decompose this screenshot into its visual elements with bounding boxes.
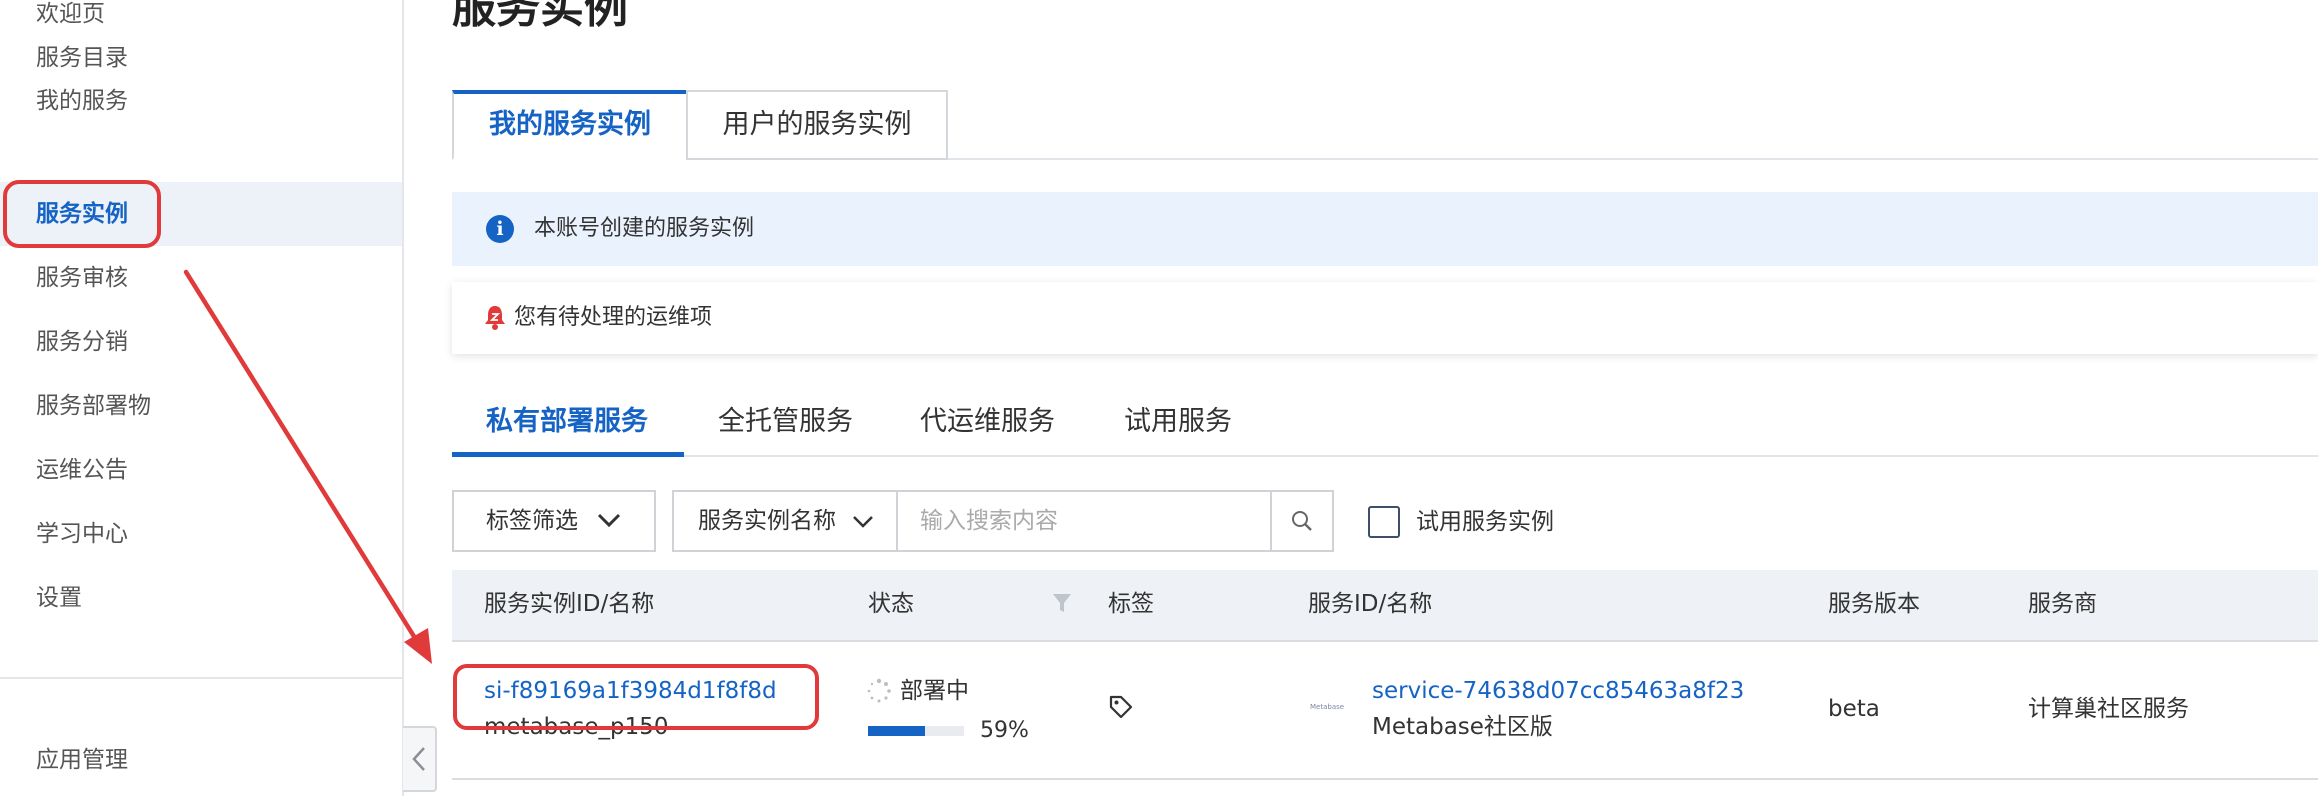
search-field-select[interactable]: 服务实例名称 (698, 506, 836, 536)
annotation-highlight-instance (453, 664, 819, 730)
sidebar-collapse-button[interactable] (403, 726, 437, 792)
sidebar-item-welcome[interactable]: 欢迎页 (36, 0, 105, 30)
chevron-left-icon (412, 747, 425, 771)
service-version: beta (1828, 696, 1880, 722)
tag-icon[interactable] (1108, 694, 1134, 720)
filter-icon[interactable] (1052, 592, 1072, 614)
sidebar-item-my-services[interactable]: 我的服务 (36, 85, 128, 117)
tag-filter-label: 标签筛选 (486, 508, 578, 534)
trial-instances-checkbox[interactable] (1368, 506, 1400, 538)
search-icon (1292, 511, 1312, 531)
annotation-highlight-sidebar (3, 180, 161, 248)
active-tab-underline (452, 452, 684, 457)
column-header-instance: 服务实例ID/名称 (484, 591, 655, 617)
sub-tabs-baseline (452, 455, 2318, 457)
search-button[interactable] (1272, 492, 1332, 550)
column-header-tags: 标签 (1108, 591, 1154, 617)
pending-ops-card[interactable] (452, 282, 2318, 354)
loading-spinner-icon (867, 678, 891, 703)
service-provider: 计算巢社区服务 (2028, 696, 2189, 722)
sidebar-item-app-management[interactable]: 应用管理 (36, 744, 128, 776)
column-header-service: 服务ID/名称 (1308, 591, 1433, 617)
info-banner-text: 本账号创建的服务实例 (534, 216, 755, 241)
column-header-version: 服务版本 (1828, 591, 1920, 617)
tab-private-deployment[interactable]: 私有部署服务 (486, 404, 648, 440)
progress-fill (868, 726, 925, 736)
sidebar-item-service-catalog[interactable]: 服务目录 (36, 42, 128, 74)
sidebar-divider (0, 677, 402, 679)
service-name: Metabase社区版 (1372, 714, 1553, 740)
bell-icon (485, 306, 505, 330)
chevron-down-icon (853, 516, 873, 528)
column-header-status: 状态 (868, 591, 914, 617)
sidebar-item-service-review[interactable]: 服务审核 (36, 262, 128, 294)
sidebar-item-ops-announcements[interactable]: 运维公告 (36, 454, 128, 486)
tab-user-instances[interactable]: 用户的服务实例 (686, 90, 948, 160)
chevron-down-icon (597, 513, 621, 528)
trial-instances-label[interactable]: 试用服务实例 (1416, 506, 1554, 538)
status-text: 部署中 (900, 678, 969, 704)
column-header-provider: 服务商 (2028, 591, 2097, 617)
search-input[interactable] (898, 492, 1270, 550)
page-title: 服务实例 (452, 0, 628, 33)
progress-percent: 59% (980, 718, 1029, 743)
metabase-logo: Metabase (1310, 703, 1345, 711)
service-id-link[interactable]: service-74638d07cc85463a8f23 (1372, 676, 1744, 706)
sidebar-item-service-artifacts[interactable]: 服务部署物 (36, 390, 151, 422)
sidebar-item-service-distribution[interactable]: 服务分销 (36, 326, 128, 358)
info-icon: i (486, 215, 514, 243)
sidebar-item-settings[interactable]: 设置 (36, 582, 82, 614)
tab-my-instances[interactable]: 我的服务实例 (452, 90, 688, 160)
sidebar-item-learning-center[interactable]: 学习中心 (36, 518, 128, 550)
tab-fully-managed[interactable]: 全托管服务 (718, 404, 853, 440)
tab-trial-services[interactable]: 试用服务 (1124, 404, 1232, 440)
tab-managed-ops[interactable]: 代运维服务 (920, 404, 1055, 440)
pending-ops-text: 您有待处理的运维项 (514, 305, 713, 330)
